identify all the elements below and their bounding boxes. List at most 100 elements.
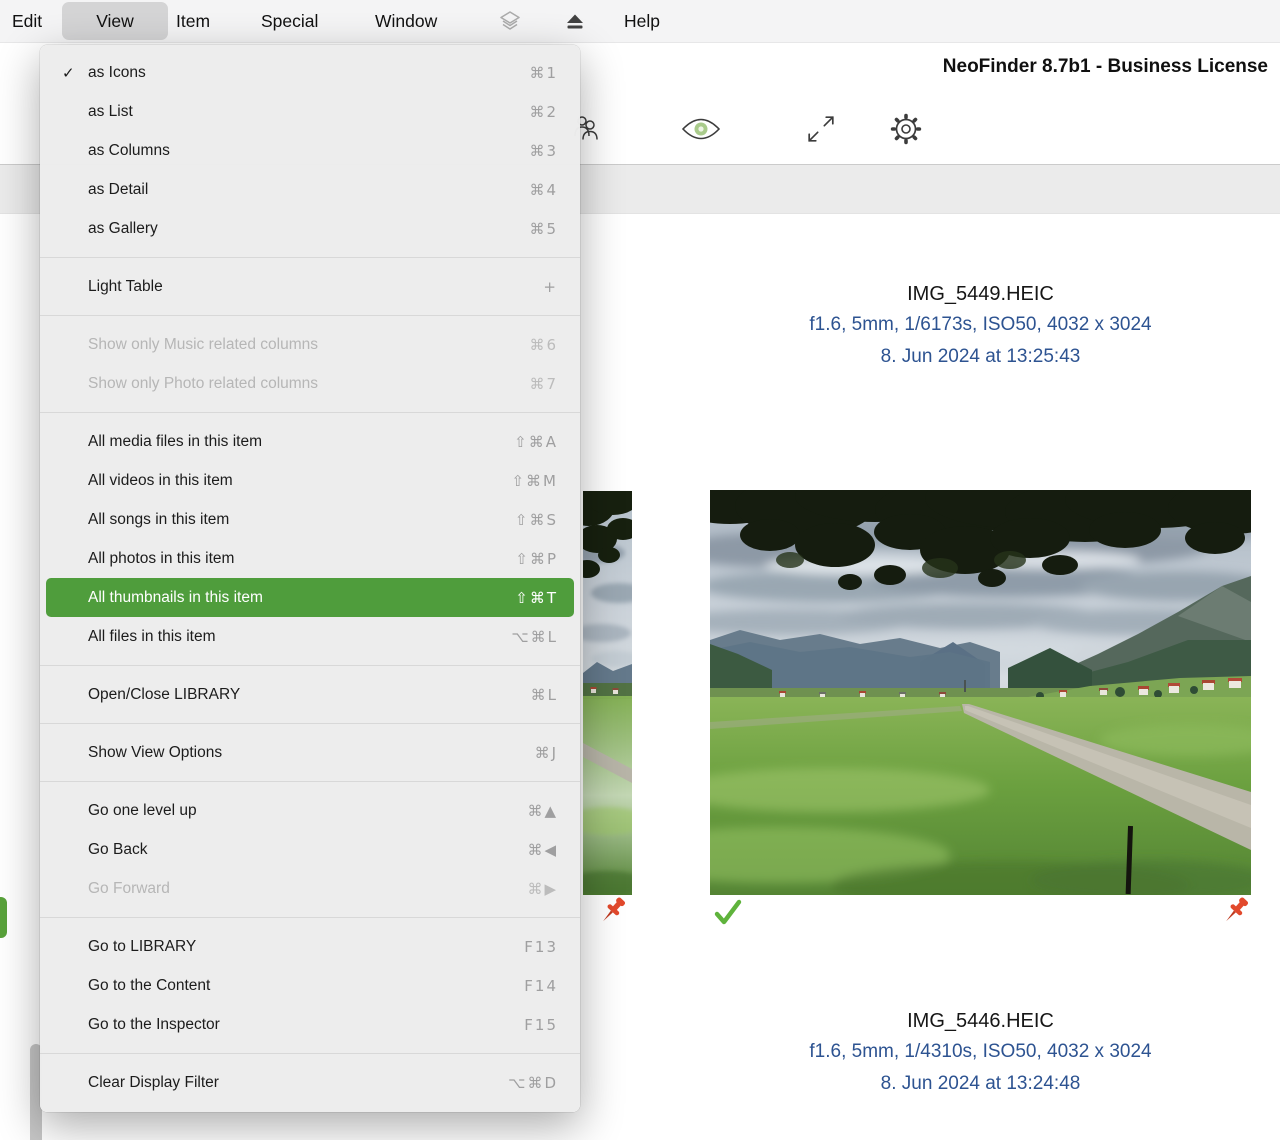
menu-item-label: All photos in this item xyxy=(88,550,515,568)
checkmark-badge-icon xyxy=(713,898,743,933)
menu-item-as-list[interactable]: as List ⌘2 xyxy=(40,92,580,131)
menu-separator xyxy=(40,315,580,316)
menu-item-go-forward: Go Forward ⌘▶ xyxy=(40,869,580,908)
settings-gear-icon[interactable] xyxy=(888,111,924,152)
menu-item-light-table[interactable]: Light Table + xyxy=(40,267,580,306)
menubar-item-label: Item xyxy=(176,11,210,32)
menubar-item-help[interactable]: Help xyxy=(624,0,660,42)
menu-item-all-videos[interactable]: All videos in this item ⇧⌘M xyxy=(40,461,580,500)
menu-item-shortcut: + xyxy=(543,278,558,296)
menu-item-show-music-columns: Show only Music related columns ⌘6 xyxy=(40,325,580,364)
menu-item-shortcut: ⌘7 xyxy=(529,375,558,393)
menu-item-shortcut: ⌘1 xyxy=(529,64,558,82)
menu-item-shortcut: ⌘▲ xyxy=(527,802,558,820)
menu-item-label: All files in this item xyxy=(88,628,511,646)
menu-item-label: Go to the Content xyxy=(88,977,524,995)
menu-item-label: Go to the Inspector xyxy=(88,1016,524,1034)
menu-item-go-to-content[interactable]: Go to the Content F14 xyxy=(40,966,580,1005)
pushpin-icon xyxy=(596,895,630,938)
menu-item-label: Go to LIBRARY xyxy=(88,938,524,956)
menu-item-label: as Columns xyxy=(88,142,529,160)
menubar-item-view[interactable]: View xyxy=(62,0,168,42)
menubar-item-label: Special xyxy=(261,11,318,32)
menu-item-go-to-library[interactable]: Go to LIBRARY F13 xyxy=(40,927,580,966)
quicklook-eye-icon[interactable] xyxy=(681,116,721,147)
menu-item-label: Light Table xyxy=(88,278,543,296)
menu-item-as-columns[interactable]: as Columns ⌘3 xyxy=(40,131,580,170)
neofinder-window: Edit View Item Special Window Help NeoFi… xyxy=(0,0,1280,1140)
photo-thumbnail-img5449[interactable] xyxy=(710,490,1251,895)
menu-item-all-thumbnails[interactable]: All thumbnails in this item ⇧⌘T xyxy=(46,578,574,617)
pushpin-icon xyxy=(1219,895,1253,938)
photo-exif-meta: f1.6, 5mm, 1/4310s, ISO50, 4032 x 3024 xyxy=(710,1035,1251,1068)
view-menu-dropdown: ✓ as Icons ⌘1 as List ⌘2 as Columns ⌘3 a… xyxy=(40,45,580,1112)
menu-separator xyxy=(40,412,580,413)
menu-item-all-files[interactable]: All files in this item ⌥⌘L xyxy=(40,617,580,656)
menu-separator xyxy=(40,665,580,666)
fullscreen-arrows-icon[interactable] xyxy=(804,112,838,151)
menu-item-label: Show only Photo related columns xyxy=(88,375,529,393)
menu-item-label: as Detail xyxy=(88,181,529,199)
menu-item-shortcut: ⌘4 xyxy=(529,181,558,199)
menu-item-shortcut: ⌘5 xyxy=(529,220,558,238)
menu-item-go-back[interactable]: Go Back ⌘◀ xyxy=(40,830,580,869)
menu-item-show-view-options[interactable]: Show View Options ⌘J xyxy=(40,733,580,772)
menu-separator xyxy=(40,1053,580,1054)
photo-thumbnail-partial[interactable] xyxy=(583,491,632,895)
menu-item-show-photo-columns: Show only Photo related columns ⌘7 xyxy=(40,364,580,403)
menu-item-label: Go Forward xyxy=(88,880,527,898)
menu-item-open-close-library[interactable]: Open/Close LIBRARY ⌘L xyxy=(40,675,580,714)
menu-item-label: Go one level up xyxy=(88,802,527,820)
sync-layers-icon[interactable] xyxy=(498,10,522,37)
menu-item-shortcut: ⌘▶ xyxy=(527,880,558,898)
menu-item-shortcut: ⌘L xyxy=(531,686,558,704)
checkmark-icon: ✓ xyxy=(62,64,82,82)
menu-item-as-icons[interactable]: ✓ as Icons ⌘1 xyxy=(40,53,580,92)
menubar-item-label: View xyxy=(96,11,134,32)
menu-item-shortcut: ⌥⌘D xyxy=(508,1074,558,1092)
menu-item-as-gallery[interactable]: as Gallery ⌘5 xyxy=(40,209,580,248)
menu-item-shortcut: ⇧⌘M xyxy=(511,472,558,490)
menu-item-label: Open/Close LIBRARY xyxy=(88,686,531,704)
menubar-item-label: Edit xyxy=(12,11,42,32)
menu-item-label: Show View Options xyxy=(88,744,535,762)
menu-item-all-songs[interactable]: All songs in this item ⇧⌘S xyxy=(40,500,580,539)
menu-item-label: as Gallery xyxy=(88,220,529,238)
menu-item-label: All songs in this item xyxy=(88,511,515,529)
eject-icon[interactable] xyxy=(563,11,587,36)
menu-item-shortcut: F15 xyxy=(524,1016,558,1034)
menu-item-shortcut: ⇧⌘S xyxy=(515,511,558,529)
menu-item-all-media-files[interactable]: All media files in this item ⇧⌘A xyxy=(40,422,580,461)
sidebar-selection-fragment[interactable] xyxy=(0,897,7,938)
menubar-item-item[interactable]: Item xyxy=(176,0,210,42)
menu-item-label: All thumbnails in this item xyxy=(88,589,515,607)
photo-caption-img5449: IMG_5449.HEIC f1.6, 5mm, 1/6173s, ISO50,… xyxy=(710,280,1251,372)
menu-separator xyxy=(40,257,580,258)
menu-item-shortcut: ⌘◀ xyxy=(527,841,558,859)
menu-item-shortcut: ⌘6 xyxy=(529,336,558,354)
menu-item-shortcut: F13 xyxy=(524,938,558,956)
menu-item-label: Clear Display Filter xyxy=(88,1074,508,1092)
menu-item-as-detail[interactable]: as Detail ⌘4 xyxy=(40,170,580,209)
menu-item-label: Show only Music related columns xyxy=(88,336,529,354)
menu-item-all-photos[interactable]: All photos in this item ⇧⌘P xyxy=(40,539,580,578)
photo-caption-img5446: IMG_5446.HEIC f1.6, 5mm, 1/4310s, ISO50,… xyxy=(710,1007,1251,1099)
menu-item-shortcut: ⌘3 xyxy=(529,142,558,160)
menubar-item-window[interactable]: Window xyxy=(375,0,437,42)
menu-item-go-one-level-up[interactable]: Go one level up ⌘▲ xyxy=(40,791,580,830)
menu-item-shortcut: ⇧⌘P xyxy=(515,550,558,568)
menubar-item-edit[interactable]: Edit xyxy=(12,0,42,42)
menu-separator xyxy=(40,723,580,724)
menu-item-shortcut: ⇧⌘A xyxy=(514,433,558,451)
menu-item-clear-display-filter[interactable]: Clear Display Filter ⌥⌘D xyxy=(40,1063,580,1102)
photo-filename: IMG_5446.HEIC xyxy=(710,1007,1251,1035)
menu-item-go-to-inspector[interactable]: Go to the Inspector F15 xyxy=(40,1005,580,1044)
menu-separator xyxy=(40,917,580,918)
menubar-item-special[interactable]: Special xyxy=(261,0,318,42)
menu-item-shortcut: ⌘J xyxy=(535,744,558,762)
menu-item-label: as Icons xyxy=(88,64,529,82)
macos-menu-bar: Edit View Item Special Window Help xyxy=(0,0,1280,43)
menu-item-shortcut: ⌥⌘L xyxy=(511,628,558,646)
menu-item-shortcut: ⌘2 xyxy=(529,103,558,121)
photo-exif-meta: f1.6, 5mm, 1/6173s, ISO50, 4032 x 3024 xyxy=(710,308,1251,341)
